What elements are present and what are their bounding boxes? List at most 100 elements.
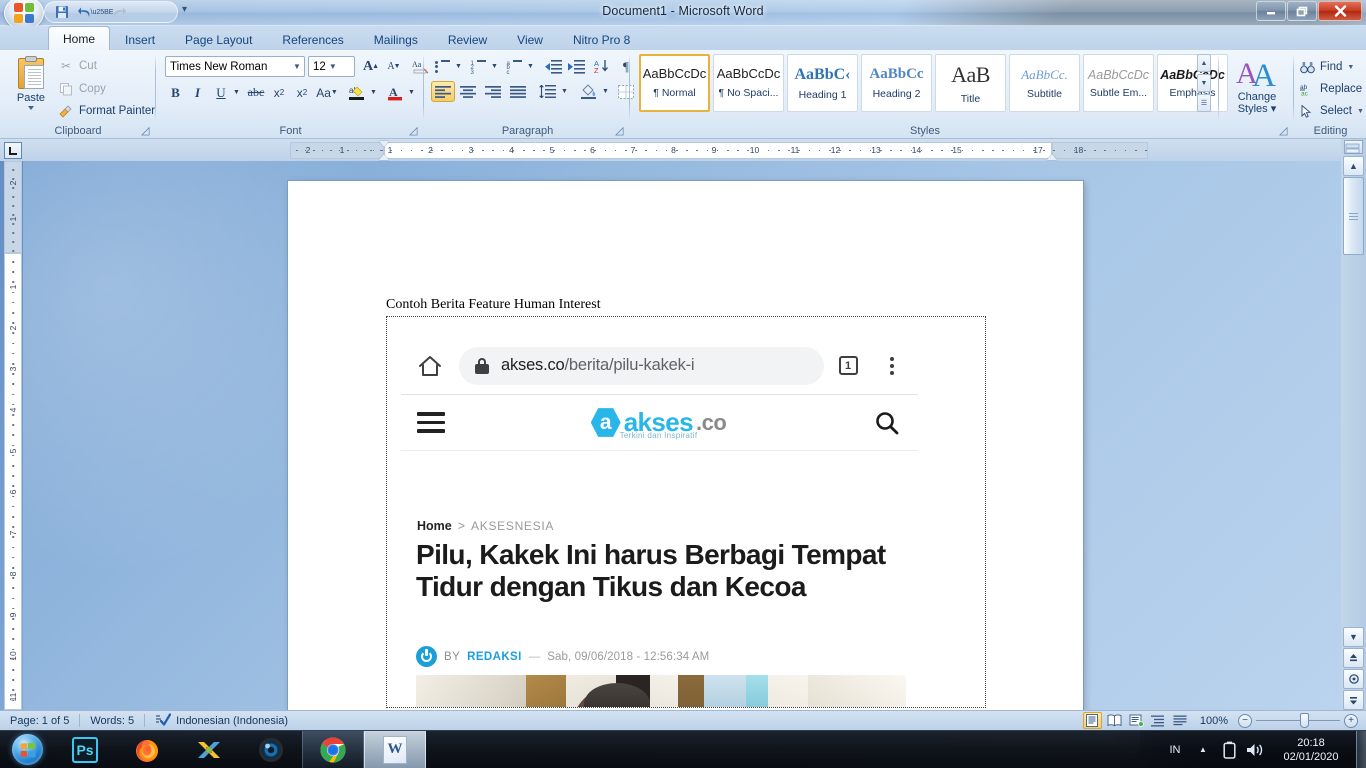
tab-stop-selector[interactable] <box>4 142 22 159</box>
justify-button[interactable] <box>506 81 530 102</box>
vertical-scrollbar[interactable]: ▲ ▼ <box>1341 139 1366 710</box>
find-button[interactable]: Find ▼ <box>1299 58 1354 76</box>
view-print-layout-button[interactable] <box>1083 712 1102 729</box>
multilevel-list-button[interactable]: abc <box>503 56 525 77</box>
sort-button[interactable]: AZ <box>591 56 613 77</box>
zoom-in-button[interactable]: + <box>1344 714 1358 728</box>
zoom-thumb[interactable] <box>1300 713 1309 728</box>
shading-dropdown-icon[interactable]: ▼ <box>600 81 611 102</box>
paste-button[interactable]: Paste <box>10 56 52 118</box>
battery-icon[interactable] <box>1216 731 1242 768</box>
style-subtle-emphasis[interactable]: AaBbCcDc Subtle Em... <box>1083 54 1154 112</box>
ribbon-tab-mailings[interactable]: Mailings <box>359 28 433 50</box>
document-caption-text[interactable]: Contoh Berita Feature Human Interest <box>386 296 601 314</box>
change-styles-button[interactable]: A A Change Styles ▾ <box>1226 56 1288 118</box>
numbering-dropdown-icon[interactable]: ▼ <box>489 56 500 77</box>
view-outline-button[interactable] <box>1149 712 1168 729</box>
align-right-button[interactable] <box>481 81 505 102</box>
font-size-combobox[interactable]: 12 ▼ <box>308 56 355 77</box>
format-painter-button[interactable]: Format Painter <box>58 102 155 120</box>
paragraph-dialog-launcher[interactable]: ◿ <box>615 125 627 137</box>
line-spacing-button[interactable] <box>535 81 559 102</box>
multilevel-dropdown-icon[interactable]: ▼ <box>525 56 536 77</box>
search-icon[interactable] <box>856 410 918 436</box>
style-heading-2[interactable]: AaBbCc Heading 2 <box>861 54 932 112</box>
select-browse-object-button[interactable] <box>1343 669 1364 689</box>
zoom-level[interactable]: 100% <box>1193 715 1235 727</box>
ribbon-tab-insert[interactable]: Insert <box>110 28 170 50</box>
font-color-dropdown-icon[interactable]: ▼ <box>406 82 417 103</box>
vertical-ruler[interactable]: 211234567891011 <box>4 161 22 710</box>
word-count[interactable]: Words: 5 <box>80 711 144 731</box>
close-button[interactable] <box>1318 1 1362 21</box>
highlight-dropdown-icon[interactable]: ▼ <box>368 82 379 103</box>
select-button[interactable]: Select ▼ <box>1299 102 1364 120</box>
scrollbar-thumb[interactable] <box>1343 177 1364 255</box>
language-indicator-tray[interactable]: IN <box>1160 744 1190 756</box>
embedded-screenshot-image[interactable]: akses.co/berita/pilu-kakek-i 1 a akses <box>386 316 986 708</box>
style-normal[interactable]: AaBbCcDc ¶ Normal <box>639 54 710 112</box>
font-color-button[interactable]: A <box>383 82 407 103</box>
replace-button[interactable]: abac Replace <box>1299 80 1362 98</box>
hanging-indent-marker[interactable] <box>379 154 389 160</box>
ribbon-tab-nitro-pro[interactable]: Nitro Pro 8 <box>558 28 645 50</box>
zoom-slider[interactable]: − + <box>1238 714 1358 728</box>
superscript-button[interactable]: x2 <box>291 82 313 103</box>
document-page[interactable]: Contoh Berita Feature Human Interest aks… <box>288 181 1083 710</box>
increase-indent-button[interactable] <box>565 56 588 77</box>
home-icon[interactable] <box>401 354 459 378</box>
shading-button[interactable] <box>576 81 600 102</box>
line-spacing-dropdown-icon[interactable]: ▼ <box>559 81 570 102</box>
font-name-dropdown-icon[interactable]: ▼ <box>290 62 304 71</box>
font-size-dropdown-icon[interactable]: ▼ <box>326 62 340 71</box>
breadcrumb-home-link[interactable]: Home <box>417 519 452 533</box>
author-name-link[interactable]: REDAKSI <box>467 651 522 663</box>
text-highlight-button[interactable]: ab <box>345 82 369 103</box>
taskbar-item-photoshop[interactable]: Ps <box>54 731 116 768</box>
italic-button[interactable]: I <box>187 82 208 103</box>
url-bar[interactable]: akses.co/berita/pilu-kakek-i <box>459 347 824 385</box>
view-web-layout-button[interactable] <box>1127 712 1146 729</box>
scroll-up-button[interactable]: ▲ <box>1343 156 1364 176</box>
tab-count-button[interactable]: 1 <box>824 356 872 375</box>
subscript-button[interactable]: x2 <box>268 82 290 103</box>
taskbar-item-microsoft-word[interactable]: W <box>364 731 426 768</box>
style-no-spacing[interactable]: AaBbCcDc ¶ No Spaci... <box>713 54 784 112</box>
view-draft-button[interactable] <box>1171 712 1190 729</box>
shrink-font-button[interactable]: A▼ <box>383 56 405 77</box>
split-window-button[interactable] <box>1344 140 1363 154</box>
show-hidden-icons-button[interactable]: ▲ <box>1190 731 1216 768</box>
bold-button[interactable]: B <box>165 82 186 103</box>
menu-icon[interactable] <box>401 412 461 433</box>
style-title[interactable]: AaB Title <box>935 54 1006 112</box>
underline-button[interactable]: U <box>209 82 233 103</box>
styles-scroll-up-button[interactable]: ▲ <box>1197 54 1211 72</box>
font-name-combobox[interactable]: Times New Roman ▼ <box>165 56 305 77</box>
paste-dropdown-icon[interactable] <box>28 106 34 110</box>
numbering-button[interactable]: 123 <box>467 56 489 77</box>
ribbon-tab-review[interactable]: Review <box>433 28 502 50</box>
ribbon-tab-references[interactable]: References <box>267 28 358 50</box>
style-subtitle[interactable]: AaBbCc. Subtitle <box>1009 54 1080 112</box>
page-indicator[interactable]: Page: 1 of 5 <box>0 711 79 731</box>
first-line-indent-marker[interactable] <box>379 141 389 147</box>
cut-button[interactable]: ✂ Cut <box>58 57 97 75</box>
underline-dropdown-icon[interactable]: ▼ <box>231 82 242 103</box>
zoom-out-button[interactable]: − <box>1238 714 1252 728</box>
horizontal-ruler[interactable]: 211234567891011121314151718 <box>290 142 1350 159</box>
volume-icon[interactable] <box>1242 731 1268 768</box>
ribbon-tab-view[interactable]: View <box>502 28 558 50</box>
taskbar-item-firefox[interactable] <box>116 731 178 768</box>
taskbar-item-google-chrome[interactable] <box>302 731 364 768</box>
kebab-menu-icon[interactable] <box>872 357 912 375</box>
next-page-button[interactable] <box>1343 690 1364 710</box>
right-indent-marker[interactable] <box>1047 154 1057 160</box>
previous-page-button[interactable] <box>1343 648 1364 668</box>
site-logo[interactable]: a akses .co Terkini dan Inspiratif <box>461 407 856 438</box>
font-dialog-launcher[interactable]: ◿ <box>409 125 421 137</box>
styles-more-button[interactable]: ☰ <box>1197 94 1211 112</box>
taskbar-item-xsplit[interactable] <box>178 731 240 768</box>
decrease-indent-button[interactable] <box>542 56 565 77</box>
ribbon-tab-page-layout[interactable]: Page Layout <box>170 28 267 50</box>
grow-font-button[interactable]: A▲ <box>360 56 382 77</box>
